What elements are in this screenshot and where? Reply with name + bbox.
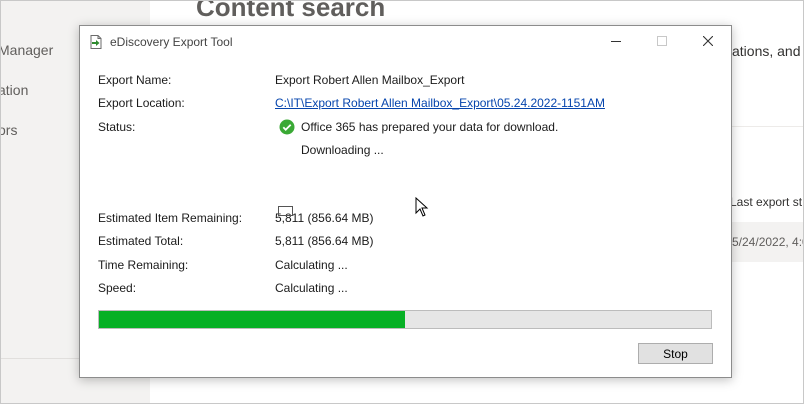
- speed-value: Calculating ...: [275, 281, 348, 295]
- est-total-label: Estimated Total:: [98, 234, 184, 248]
- sidebar-item-ors[interactable]: ors: [0, 122, 17, 138]
- export-app-icon: [88, 34, 104, 50]
- export-name-label: Export Name:: [98, 73, 172, 87]
- time-remaining-label: Time Remaining:: [98, 258, 189, 272]
- arrow-cursor-icon: [415, 197, 429, 217]
- stop-button[interactable]: Stop: [638, 343, 713, 364]
- minimize-icon: [611, 41, 621, 42]
- dialog-title: eDiscovery Export Tool: [110, 35, 233, 49]
- status-message: Office 365 has prepared your data for do…: [279, 119, 558, 135]
- sidebar-item-ation[interactable]: ation: [0, 82, 28, 98]
- close-button[interactable]: [685, 26, 731, 56]
- page-title: Content search: [196, 0, 386, 22]
- export-location-label: Export Location:: [98, 96, 185, 110]
- minimize-button[interactable]: [593, 26, 639, 56]
- column-header-last-export[interactable]: Last export st: [730, 195, 802, 209]
- time-remaining-value: Calculating ...: [275, 258, 348, 272]
- dialog-titlebar[interactable]: eDiscovery Export Tool: [80, 26, 731, 56]
- download-status-text: Downloading ...: [301, 143, 384, 157]
- export-name-value: Export Robert Allen Mailbox_Export: [275, 73, 465, 87]
- page-description: ations, and: [732, 43, 801, 59]
- progress-fill: [99, 311, 405, 328]
- speed-label: Speed:: [98, 281, 137, 295]
- est-total-value: 5,811 (856.64 MB): [275, 234, 374, 248]
- table-row[interactable]: 5/24/2022, 4:0: [730, 222, 804, 262]
- ibeam-cursor-icon: [278, 206, 293, 216]
- success-check-icon: [279, 119, 295, 135]
- table-cell-last-export: 5/24/2022, 4:0: [732, 235, 804, 249]
- download-progress-bar: [98, 310, 712, 329]
- maximize-button[interactable]: [639, 26, 685, 56]
- maximize-icon: [657, 36, 667, 46]
- sidebar-item-manager[interactable]: Manager: [0, 42, 53, 58]
- status-label: Status:: [98, 120, 136, 134]
- est-items-remaining-label: Estimated Item Remaining:: [98, 211, 243, 225]
- content-divider: [730, 126, 804, 127]
- export-tool-dialog: eDiscovery Export Tool Export Name: Expo…: [79, 25, 732, 378]
- export-location-link[interactable]: C:\IT\Export Robert Allen Mailbox_Export…: [275, 96, 605, 110]
- status-text: Office 365 has prepared your data for do…: [301, 120, 559, 134]
- close-icon: [703, 36, 713, 46]
